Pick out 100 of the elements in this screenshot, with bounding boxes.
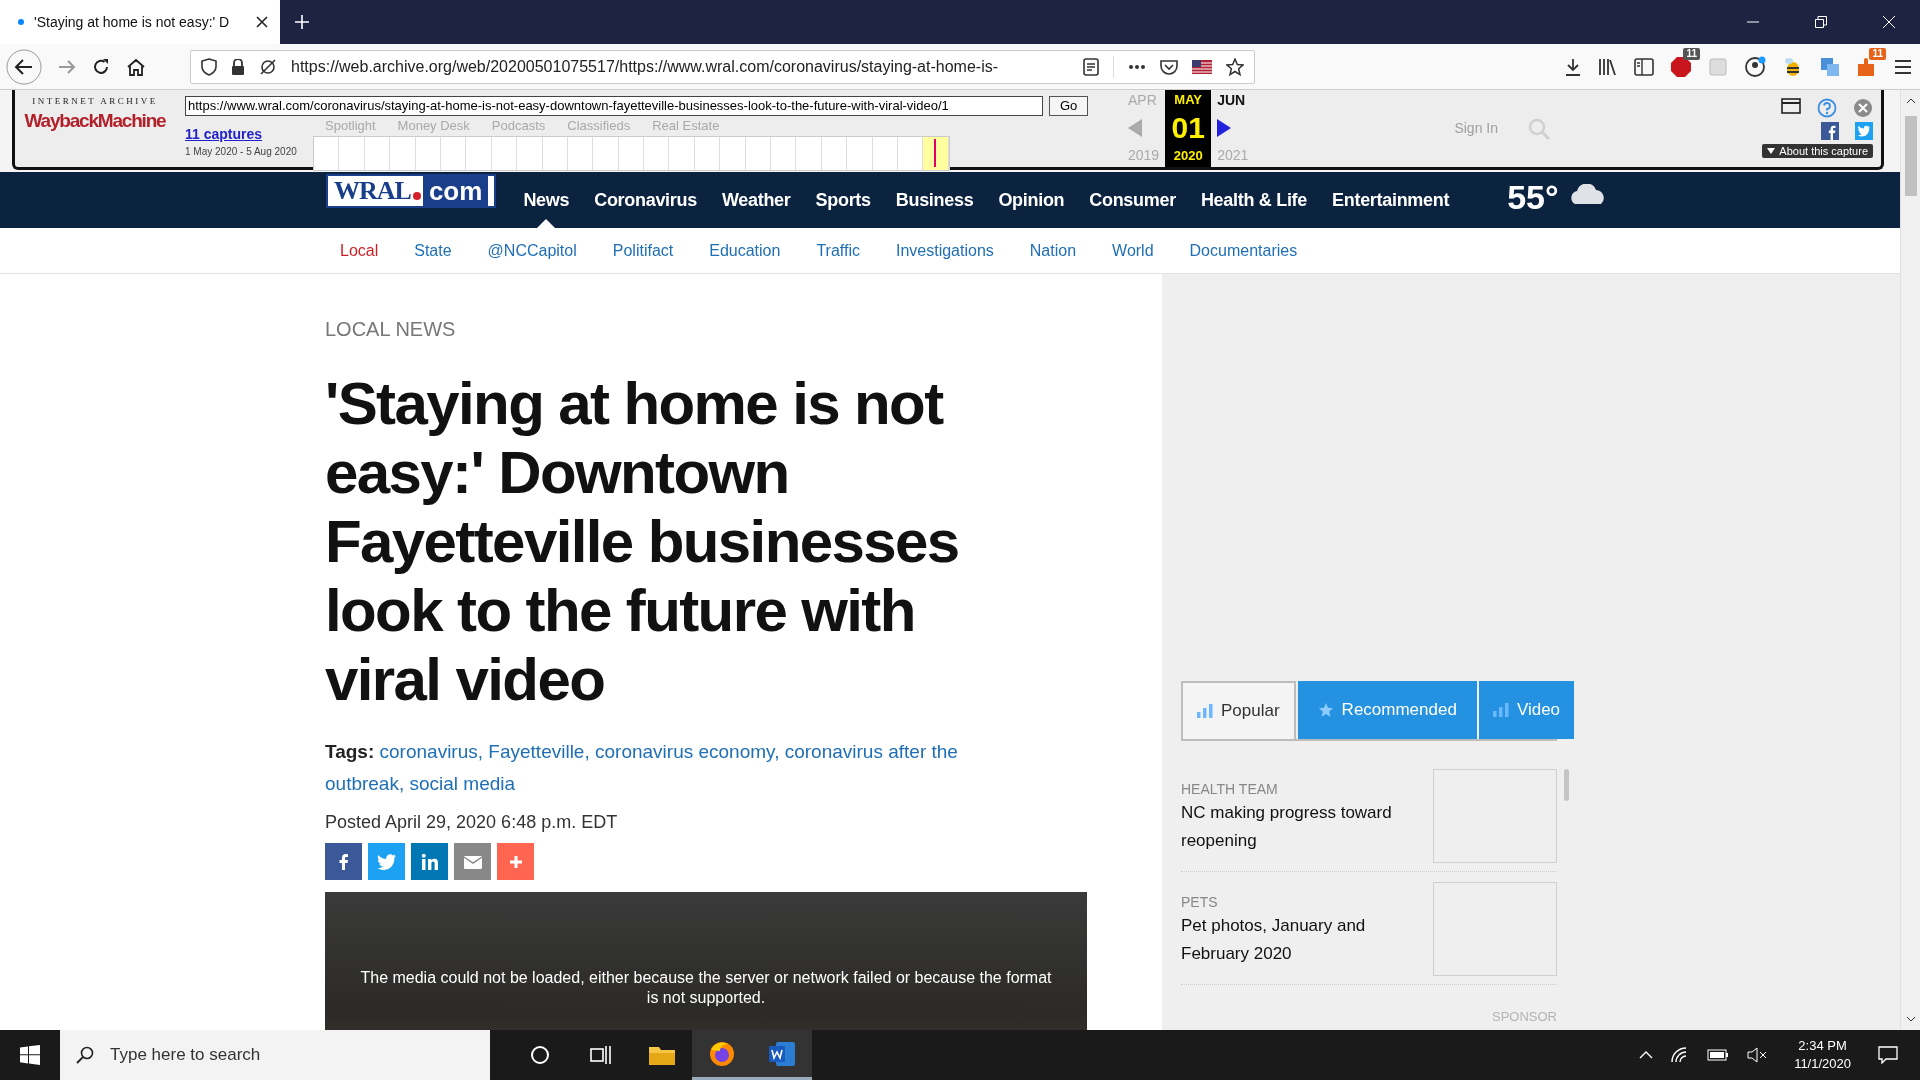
next-month[interactable]: JUN — [1217, 92, 1246, 108]
more-dots-icon[interactable] — [1128, 63, 1146, 70]
word-processor-icon[interactable] — [768, 1040, 796, 1067]
pocket-icon[interactable] — [1160, 58, 1178, 75]
nav-link[interactable]: News — [523, 189, 570, 211]
linkedin-icon — [420, 852, 439, 871]
caret-icon — [1767, 148, 1776, 154]
section-link[interactable]: Documentaries — [1189, 241, 1298, 260]
battery-icon[interactable] — [1707, 1049, 1730, 1061]
sidebar-tab[interactable]: Popular — [1181, 681, 1296, 739]
section-link[interactable]: @NCCapitol — [487, 241, 577, 260]
sidebar-icon[interactable] — [1634, 57, 1654, 76]
section-link[interactable]: Investigations — [895, 241, 994, 260]
notification-badge: 11 — [1683, 47, 1700, 60]
nav-link[interactable]: Sports — [815, 189, 871, 211]
notifications-icon[interactable] — [1878, 1046, 1898, 1064]
tags-line: Tags: coronavirus, Fayetteville, coronavirus economy, coronavirus after the outbreak, social media — [325, 740, 959, 796]
about-capture-button[interactable]: About this capture — [1762, 144, 1873, 158]
section-link[interactable]: Nation — [1029, 241, 1077, 260]
chevron-up-icon[interactable] — [1639, 1051, 1654, 1059]
sponsor-label: SPONSOR — [1491, 1009, 1557, 1024]
twitter-share-button[interactable] — [368, 843, 405, 880]
scroll-up-icon[interactable] — [1905, 98, 1916, 104]
lock-icon — [231, 58, 245, 75]
restore-icon[interactable] — [1815, 16, 1827, 28]
reader-view-icon[interactable] — [1083, 57, 1099, 76]
nav-link[interactable]: Opinion — [998, 189, 1065, 211]
help-icon[interactable] — [1817, 98, 1837, 118]
address-bar[interactable]: https://web.archive.org/web/20200501075517/https://www.wral.com/coronavirus/staying-at-home-is- — [190, 49, 1255, 84]
right-arrow-icon[interactable] — [1217, 118, 1232, 137]
nav-link[interactable]: Health & Life — [1200, 189, 1308, 211]
task-view-icon[interactable] — [590, 1045, 612, 1065]
search-icon — [76, 1046, 94, 1064]
stop-sign-icon[interactable] — [1670, 55, 1692, 78]
nav-link[interactable]: Business — [895, 189, 974, 211]
story-category: HEALTH TEAM — [1181, 781, 1279, 797]
url-input-field[interactable]: https://www.wral.com/coronavirus/staying-at-home-is-not-easy-downtown-fayetteville-businesses-look-to-the-future-with-viral-video/1 — [185, 96, 1043, 116]
facebook-share-button[interactable] — [325, 843, 362, 880]
star-icon[interactable] — [1226, 57, 1244, 76]
clipboard-icon[interactable] — [1708, 56, 1728, 77]
facebook-icon[interactable] — [1821, 122, 1839, 140]
taskbar-clock[interactable]: 2:34 PM 11/1/2020 — [1794, 1037, 1851, 1073]
tab-title: 'Staying at home is not easy:' D — [34, 14, 231, 30]
taskbar-search-field[interactable]: Type here to search — [60, 1030, 490, 1080]
windows-logo-icon[interactable] — [20, 1045, 40, 1065]
twitter-icon[interactable] — [1855, 122, 1873, 140]
go-button[interactable]: Go — [1049, 96, 1089, 116]
wayback-logo[interactable]: INTERNET ARCHIVE WaybackMachine — [15, 90, 175, 167]
email-share-button[interactable] — [454, 843, 491, 880]
nav-link[interactable]: Weather — [721, 189, 791, 211]
loading-dot-icon — [18, 19, 24, 25]
reload-icon[interactable] — [92, 57, 110, 76]
fox-browser-icon[interactable] — [708, 1039, 736, 1068]
captures-link[interactable]: 11 captures — [185, 126, 313, 142]
story-title[interactable]: NC making progress toward reopening — [1181, 799, 1411, 855]
scrollbar-thumb[interactable] — [1904, 116, 1917, 196]
bird-icon — [376, 852, 397, 871]
browser-tab[interactable]: 'Staying at home is not easy:' D — [0, 0, 280, 44]
nav-link[interactable]: Entertainment — [1332, 189, 1450, 211]
scroll-down-icon[interactable] — [1905, 1016, 1916, 1022]
section-link[interactable]: Politifact — [612, 241, 674, 260]
star-icon — [1317, 702, 1334, 718]
nav-link[interactable]: Coronavirus — [594, 189, 697, 211]
linkedin-share-button[interactable] — [411, 843, 448, 880]
account-icon[interactable] — [1744, 55, 1766, 78]
section-link[interactable]: Traffic — [816, 241, 860, 260]
story-category: PETS — [1181, 894, 1219, 910]
home-icon[interactable] — [126, 57, 146, 76]
bar-chart-icon — [1197, 704, 1213, 718]
section-link[interactable]: Education — [709, 241, 781, 260]
close-icon[interactable] — [256, 16, 268, 28]
speaker-muted-icon[interactable] — [1747, 1047, 1768, 1063]
story-title[interactable]: Pet photos, January and February 2020 — [1181, 912, 1411, 968]
menu-icon[interactable] — [1894, 58, 1912, 75]
section-link[interactable]: Local — [340, 241, 379, 260]
forward-arrow-icon[interactable] — [58, 58, 76, 75]
flag-icon[interactable] — [1192, 59, 1212, 74]
new-tab-icon[interactable] — [294, 14, 310, 30]
bar-chart-icon — [1492, 703, 1509, 717]
section-link[interactable]: World — [1112, 241, 1154, 260]
library-icon[interactable] — [1598, 57, 1618, 76]
download-icon[interactable] — [1564, 57, 1582, 76]
nav-link[interactable]: Consumer — [1089, 189, 1176, 211]
scrollbar-thumb[interactable] — [1564, 769, 1569, 801]
cortana-circle-icon[interactable] — [530, 1045, 550, 1065]
window-icon[interactable] — [1781, 98, 1801, 114]
current-capture-date: MAY 01 2020 — [1165, 90, 1212, 167]
article-headline: 'Staying at home is not easy:' Downtown Fayetteville businesses look to the future with viral video — [325, 369, 960, 714]
envelope-icon — [462, 853, 483, 870]
posted-date: Posted April 29, 2020 6:48 p.m. EDT — [325, 812, 619, 833]
video-player[interactable]: The media could not be loaded, either because the server or network failed or because the format is not supported. — [325, 892, 1087, 1030]
section-link[interactable]: State — [414, 241, 452, 260]
translate-icon[interactable] — [1820, 56, 1840, 77]
shield-icon — [201, 57, 217, 76]
page-scrollbar[interactable] — [1900, 90, 1920, 1030]
site-logo[interactable]: WRAL com — [326, 174, 497, 208]
more-share-button[interactable] — [497, 843, 534, 880]
folder-icon[interactable] — [648, 1044, 676, 1066]
capture-date-range: 1 May 2020 - 5 Aug 2020 — [185, 146, 298, 157]
url-text: https://web.archive.org/web/20200501075517/https://www.wral.com/coronavirus/staying-at-home-is- — [291, 57, 999, 76]
